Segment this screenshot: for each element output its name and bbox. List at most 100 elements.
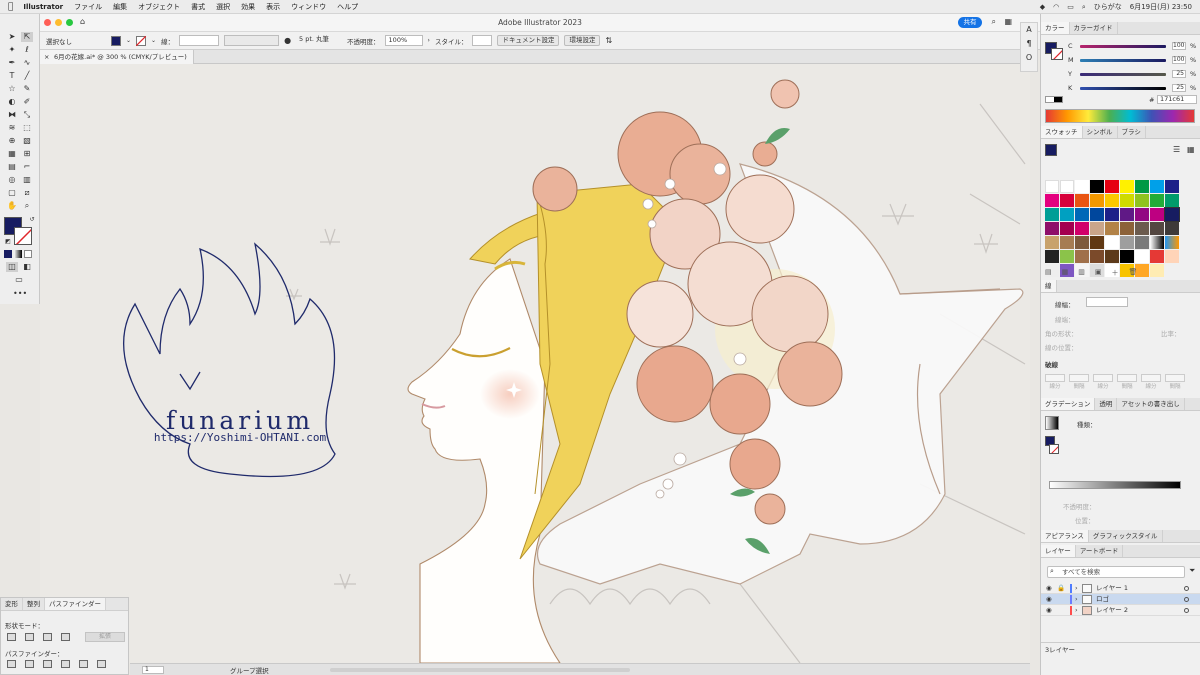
- scale-tool-icon[interactable]: ⤡: [21, 110, 33, 120]
- style-swatch[interactable]: [472, 35, 493, 46]
- wifi-icon[interactable]: ◠: [1053, 3, 1059, 11]
- tab-pathfinder[interactable]: パスファインダー: [45, 598, 106, 610]
- free-transform-icon[interactable]: ⬚: [21, 123, 33, 133]
- layer-name[interactable]: レイヤー 2: [1096, 605, 1128, 616]
- tab-stroke[interactable]: 線: [1041, 280, 1057, 292]
- reflect-tool-icon[interactable]: ⧓: [6, 110, 18, 120]
- crop-icon[interactable]: [61, 660, 70, 668]
- selection-tool-icon[interactable]: ➤: [6, 32, 18, 42]
- curvature-tool-icon[interactable]: ∿: [21, 58, 33, 68]
- paintbrush-icon[interactable]: ✎: [21, 84, 33, 94]
- paragraph-panel-icon[interactable]: ¶: [1021, 37, 1037, 51]
- battery-icon[interactable]: ▭: [1067, 3, 1074, 11]
- yellow-slider[interactable]: Y 25%: [1068, 70, 1196, 78]
- color-stroke-box[interactable]: [1051, 48, 1063, 60]
- none-mode-icon[interactable]: [24, 250, 32, 258]
- preferences-button[interactable]: 環境設定: [564, 35, 601, 46]
- zoom-tool-icon[interactable]: ⌕: [21, 201, 33, 211]
- hand-tool-icon[interactable]: ✋: [6, 201, 18, 211]
- chevron-right-icon[interactable]: ›: [1075, 605, 1078, 616]
- tab-swatches[interactable]: スウォッチ: [1041, 126, 1083, 138]
- menu-edit[interactable]: 編集: [113, 2, 127, 12]
- target-icon[interactable]: [1184, 608, 1189, 613]
- menu-view[interactable]: 表示: [266, 2, 280, 12]
- layer-row[interactable]: ◉ › ロゴ: [1041, 594, 1200, 605]
- menu-object[interactable]: オブジェクト: [138, 2, 180, 12]
- stroke-weight-field[interactable]: [179, 35, 220, 46]
- hex-field[interactable]: 171c61: [1157, 95, 1197, 104]
- menu-help[interactable]: ヘルプ: [337, 2, 358, 12]
- layer-name[interactable]: レイヤー 1: [1096, 583, 1128, 594]
- unite-icon[interactable]: [7, 633, 16, 641]
- screen-mode-icon[interactable]: ▭: [13, 275, 25, 285]
- merge-icon[interactable]: [43, 660, 52, 668]
- character-panel-icon[interactable]: A: [1021, 23, 1037, 37]
- apple-icon[interactable]: : [8, 2, 13, 12]
- expand-button[interactable]: 拡張: [85, 632, 125, 642]
- menu-file[interactable]: ファイル: [74, 2, 102, 12]
- filter-icon[interactable]: ⏷: [1189, 566, 1195, 576]
- menu-clock[interactable]: 6月19日(月) 23:50: [1130, 2, 1192, 12]
- eyedropper-icon[interactable]: ⌐: [21, 162, 33, 172]
- blend-tool-icon[interactable]: ◎: [6, 175, 18, 185]
- shape-builder-icon[interactable]: ⊕: [6, 136, 18, 146]
- dash-1-field[interactable]: [1045, 374, 1065, 382]
- gradient-preview[interactable]: [1045, 416, 1059, 430]
- minus-front-icon[interactable]: [25, 633, 34, 641]
- tab-layers[interactable]: レイヤー: [1041, 545, 1076, 557]
- layer-row[interactable]: ◉ › レイヤー 2: [1041, 605, 1200, 616]
- eye-icon[interactable]: ◉: [1046, 605, 1052, 616]
- cyan-slider[interactable]: C 100%: [1068, 42, 1196, 50]
- minus-back-icon[interactable]: [97, 660, 106, 668]
- layer-row[interactable]: ◉ 🔒 › レイヤー 1: [1041, 583, 1200, 594]
- menu-effect[interactable]: 効果: [241, 2, 255, 12]
- search-icon[interactable]: ⌕: [1082, 3, 1086, 12]
- lasso-icon[interactable]: ℓ: [21, 45, 33, 55]
- tab-color-guide[interactable]: カラーガイド: [1070, 22, 1118, 34]
- trim-icon[interactable]: [25, 660, 34, 668]
- chevron-down-icon[interactable]: ⌄: [151, 37, 156, 44]
- artboard-tool-icon[interactable]: ▢: [6, 188, 18, 198]
- direct-selection-tool-icon[interactable]: ⇱: [21, 32, 33, 42]
- gap-1-field[interactable]: [1069, 374, 1089, 382]
- layer-search-input[interactable]: すべてを検索: [1047, 566, 1185, 578]
- target-icon[interactable]: [1184, 597, 1189, 602]
- chevron-down-icon[interactable]: ⌄: [126, 37, 131, 44]
- default-colors-icon[interactable]: ◩: [2, 237, 14, 247]
- menu-select[interactable]: 選択: [216, 2, 230, 12]
- tab-asset-export[interactable]: アセットの書き出し: [1117, 398, 1185, 410]
- grid-view-icon[interactable]: ▦: [1187, 145, 1195, 154]
- document-setup-button[interactable]: ドキュメント設定: [497, 35, 560, 46]
- tab-appearance[interactable]: アピアランス: [1041, 530, 1089, 542]
- tab-brushes[interactable]: ブラシ: [1118, 126, 1146, 138]
- variable-width-field[interactable]: [224, 35, 280, 46]
- workspace-icon[interactable]: ▦: [1004, 17, 1012, 26]
- graph-tool-icon[interactable]: ▥: [21, 175, 33, 185]
- eye-icon[interactable]: ◉: [1046, 583, 1052, 594]
- menu-window[interactable]: ウィンドウ: [291, 2, 326, 12]
- pencil-icon[interactable]: ✐: [21, 97, 33, 107]
- search-icon[interactable]: ⌕: [992, 17, 996, 27]
- menu-app-name[interactable]: Illustrator: [23, 3, 63, 11]
- swatch-grid[interactable]: [1045, 180, 1180, 277]
- blob-brush-icon[interactable]: ◐: [6, 97, 18, 107]
- gap-2-field[interactable]: [1117, 374, 1137, 382]
- tab-transparency[interactable]: 透明: [1095, 398, 1118, 410]
- close-tab-icon[interactable]: ×: [44, 50, 49, 64]
- artboard-canvas[interactable]: funarium https://Yoshimi-OHTANI.com: [40, 64, 1030, 663]
- gradient-slider[interactable]: [1049, 481, 1181, 489]
- gradient-tool-icon[interactable]: ▤: [6, 162, 18, 172]
- zoom-level-field[interactable]: 1: [142, 666, 164, 674]
- tab-color[interactable]: カラー: [1041, 22, 1070, 34]
- opacity-field[interactable]: 100%: [384, 35, 423, 46]
- star-tool-icon[interactable]: ☆: [6, 84, 18, 94]
- eye-icon[interactable]: ◉: [1046, 594, 1052, 605]
- new-color-group-icon[interactable]: ▣: [1095, 268, 1102, 277]
- perspective-grid-icon[interactable]: ▦: [6, 149, 18, 159]
- tab-artboards[interactable]: アートボード: [1076, 545, 1124, 557]
- more-tools-icon[interactable]: •••: [13, 289, 27, 299]
- horizontal-scrollbar[interactable]: [330, 668, 630, 672]
- gap-3-field[interactable]: [1165, 374, 1185, 382]
- divide-icon[interactable]: [7, 660, 16, 668]
- gradient-stroke-box[interactable]: [1049, 444, 1059, 454]
